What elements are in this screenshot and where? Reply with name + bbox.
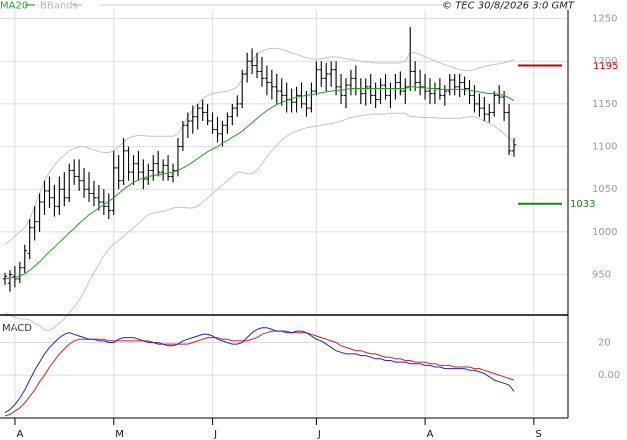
x-tick-label: A — [16, 429, 23, 440]
copyright-text: © TEC 30/8/2026 3:0 GMT — [442, 1, 575, 12]
price-y-tick-label: 1200 — [592, 56, 617, 67]
price-y-tick-label: 1100 — [592, 142, 617, 153]
macd-y-tick-label: 0.00 — [598, 370, 620, 381]
x-tick-label: J — [213, 429, 217, 440]
price-y-tick-label: 1050 — [592, 184, 617, 195]
x-tick-label: S — [535, 429, 541, 440]
macd-y-tick-label: 20 — [598, 338, 611, 349]
price-y-tick-label: 1150 — [592, 99, 617, 110]
x-tick-label: J — [317, 429, 321, 440]
legend-bbands: BBands — [40, 1, 78, 12]
macd-title: MACD — [2, 323, 32, 334]
price-panel: 11951033 950100010501100115012001250 — [0, 10, 618, 331]
price-y-tick-label: 1250 — [592, 14, 617, 25]
x-tick-label: A — [427, 429, 434, 440]
stock-chart: 11951033 950100010501100115012001250 MA2… — [0, 0, 627, 440]
legend-ma20: MA20 — [0, 1, 28, 12]
price-y-tick-label: 1000 — [592, 227, 617, 238]
price-y-tick-label: 950 — [592, 270, 611, 281]
x-tick-label: M — [115, 429, 124, 440]
level-label: 1033 — [570, 199, 595, 210]
